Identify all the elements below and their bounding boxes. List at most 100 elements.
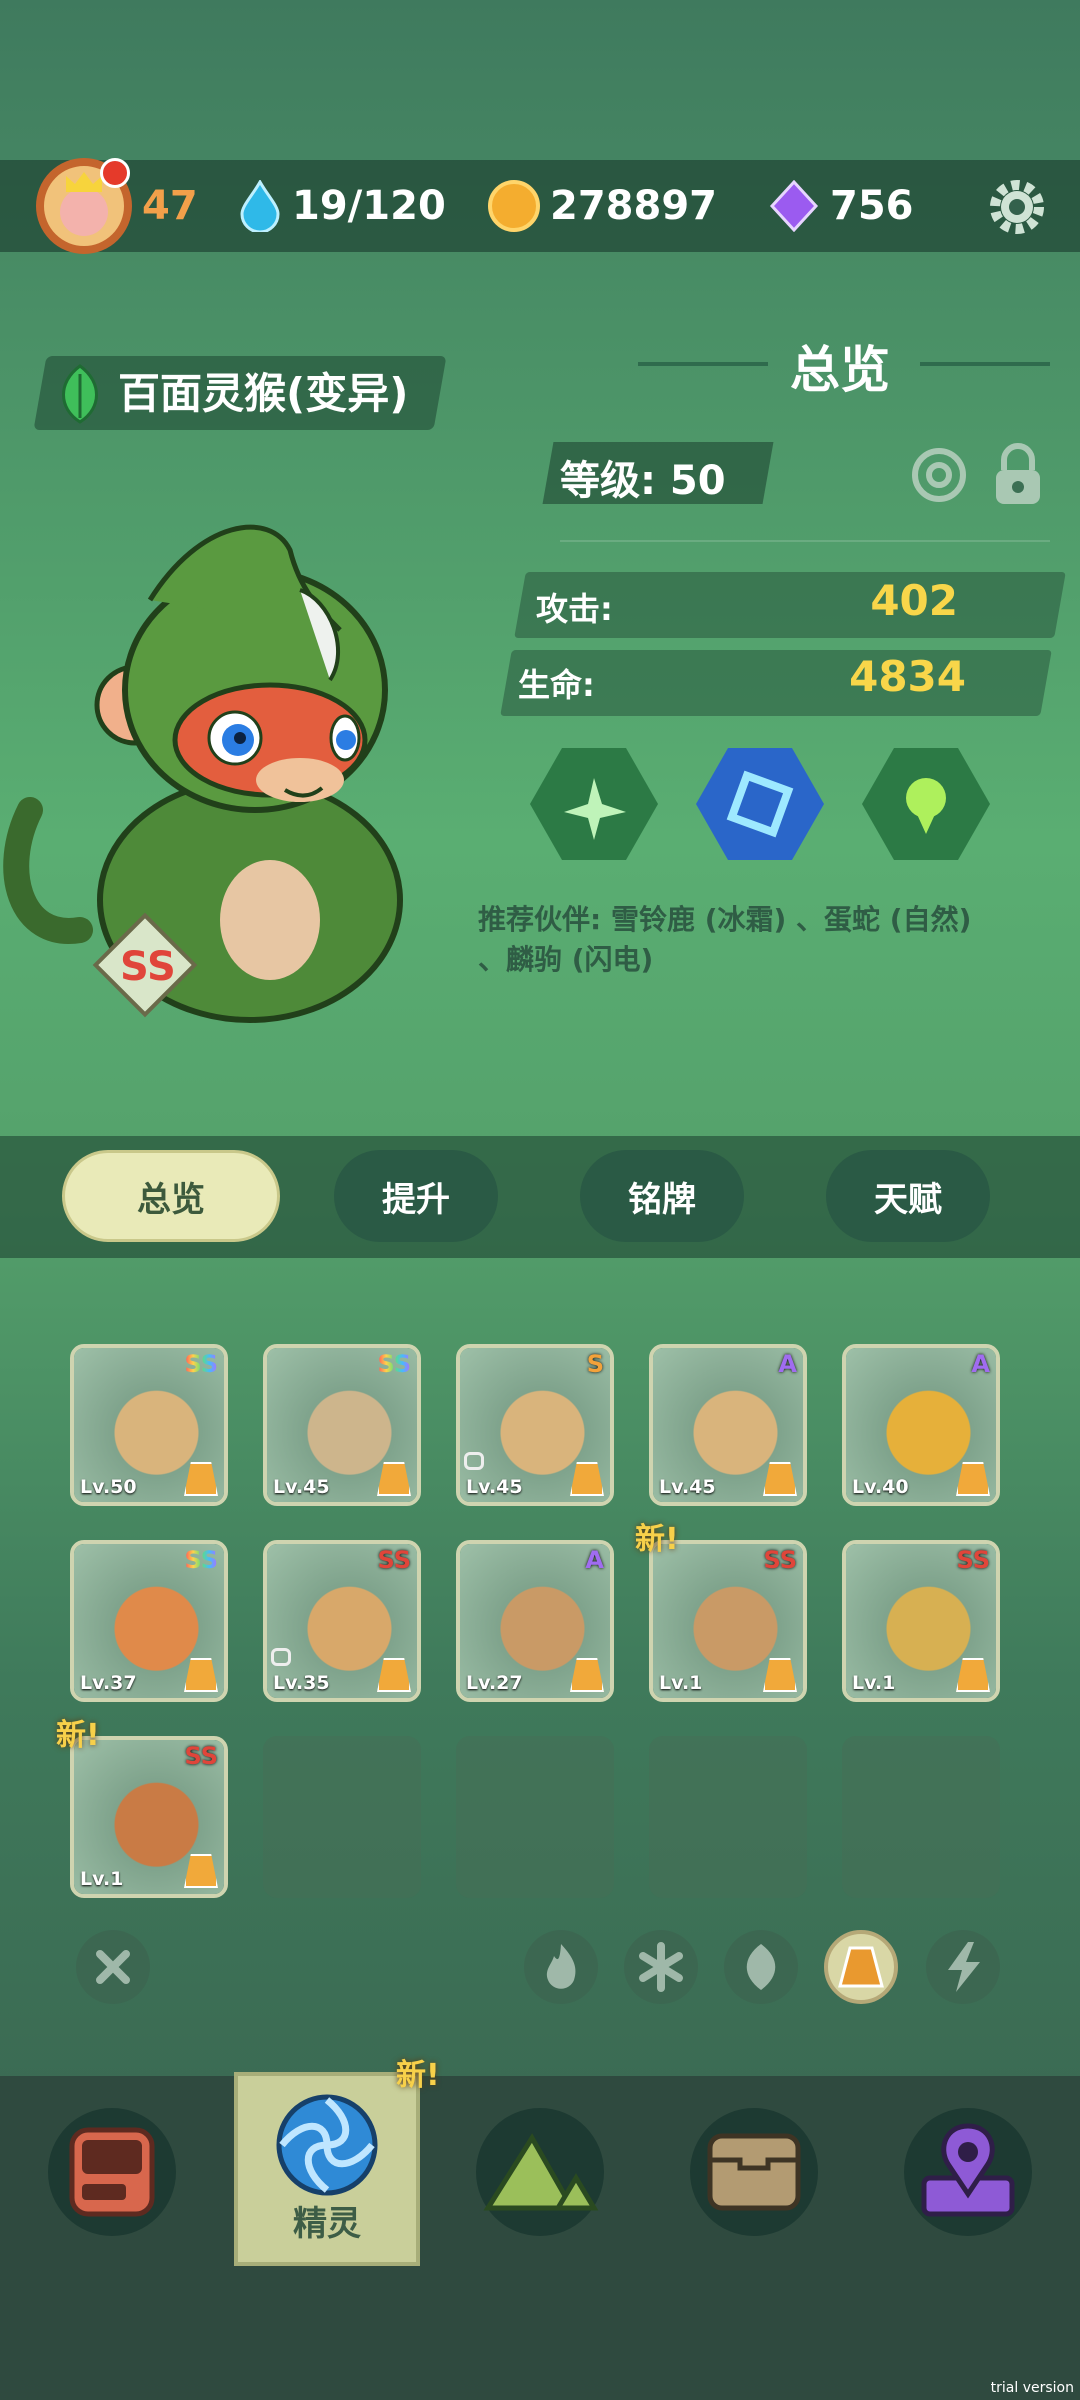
skill-wind-blades[interactable] — [530, 748, 658, 860]
player-level-group[interactable]: 47 — [36, 158, 198, 254]
notification-dot — [100, 158, 130, 188]
tab-upgrade[interactable]: 提升 — [334, 1150, 498, 1242]
lightning-icon — [948, 1942, 980, 1992]
skill-ice-frame[interactable] — [696, 748, 824, 860]
empty-slot — [649, 1736, 807, 1898]
coins-group[interactable]: 278897 — [488, 160, 717, 252]
filter-nature-button[interactable] — [724, 1930, 798, 2004]
lock-icon — [464, 1452, 484, 1470]
nav-mountain[interactable] — [476, 2108, 604, 2236]
pet-level-label: Lv.1 — [852, 1672, 896, 1694]
new-badge: 新! — [56, 1718, 100, 1753]
pet-card[interactable]: SS Lv.50 — [70, 1344, 228, 1506]
nature-orb-icon — [906, 778, 946, 834]
earth-pyramid-icon — [838, 1946, 884, 1988]
map-pin-icon — [921, 2123, 1015, 2217]
hp-label: 生命: — [518, 666, 595, 704]
gems-group[interactable]: 756 — [768, 160, 914, 252]
filter-lightning-button[interactable] — [926, 1930, 1000, 2004]
lock-icon[interactable] — [990, 442, 1046, 508]
rank-badge: A — [778, 1350, 797, 1378]
pet-level-label: Lv.50 — [80, 1476, 137, 1498]
pet-level-label: Lv.45 — [273, 1476, 330, 1498]
pet-level: 等级: 50 — [560, 458, 726, 504]
rank-badge: SS — [184, 1350, 219, 1378]
nature-leaf-icon — [62, 364, 98, 424]
settings-gear-icon[interactable] — [986, 176, 1048, 238]
leaf-icon — [746, 1944, 776, 1990]
coin-icon — [488, 180, 540, 232]
pet-card[interactable]: SS Lv.37 — [70, 1540, 228, 1702]
crown-icon — [66, 172, 102, 192]
rank-badge: SS — [184, 1742, 219, 1770]
skill-nature-orb[interactable] — [862, 748, 990, 860]
filter-earth-button[interactable] — [824, 1930, 898, 2004]
pet-card[interactable]: SS Lv.1 — [70, 1736, 228, 1898]
snowflake-icon — [639, 1942, 683, 1992]
pet-card[interactable]: SS Lv.45 — [263, 1344, 421, 1506]
gem-icon — [769, 180, 819, 232]
nav-device[interactable] — [48, 2108, 176, 2236]
mountain-icon — [483, 2133, 599, 2211]
pet-portrait-monkey[interactable]: SS — [0, 510, 440, 1030]
energy-group[interactable]: 19/120 — [238, 160, 446, 252]
rank-badge: SS — [377, 1546, 412, 1574]
panel-title: 总览 — [790, 341, 890, 399]
tab-overview[interactable]: 总览 — [62, 1150, 280, 1242]
filter-ice-button[interactable] — [624, 1930, 698, 2004]
rank-badge: A — [585, 1546, 604, 1574]
player-avatar[interactable] — [36, 158, 132, 254]
pet-card[interactable]: A Lv.40 — [842, 1344, 1000, 1506]
empty-slot — [456, 1736, 614, 1898]
tab-nameplate[interactable]: 铭牌 — [580, 1150, 744, 1242]
pet-card[interactable]: S Lv.45 — [456, 1344, 614, 1506]
spirit-swirl-icon — [276, 2094, 378, 2196]
rank-badge: S — [586, 1350, 604, 1378]
pet-card[interactable]: A Lv.45 — [649, 1344, 807, 1506]
pet-level-label: Lv.37 — [80, 1672, 137, 1694]
rank-badge: SS — [763, 1546, 798, 1574]
nav-new-badge: 新! — [396, 2058, 440, 2093]
gems-value: 756 — [830, 183, 914, 229]
hp-value: 4834 — [849, 652, 966, 701]
rank-badge: SS — [956, 1546, 991, 1574]
crystal-frame-icon — [726, 770, 794, 838]
lock-icon — [271, 1648, 291, 1666]
title-decor-right — [920, 362, 1050, 366]
nav-map[interactable] — [904, 2108, 1032, 2236]
pet-name: 百面灵猴(变异) — [118, 369, 409, 418]
pet-card[interactable]: SS Lv.35 — [263, 1540, 421, 1702]
energy-value: 19/120 — [292, 183, 446, 229]
device-console-icon — [69, 2127, 155, 2217]
trial-watermark: trial version — [990, 2380, 1074, 2396]
target-icon[interactable] — [910, 446, 968, 504]
title-decor-left — [638, 362, 768, 366]
pet-level-label: Lv.45 — [659, 1476, 716, 1498]
pet-card[interactable]: SS Lv.1 — [842, 1540, 1000, 1702]
pet-level-label: Lv.1 — [659, 1672, 703, 1694]
pet-level-label: Lv.35 — [273, 1672, 330, 1694]
tab-talent[interactable]: 天赋 — [826, 1150, 990, 1242]
pet-level-label: Lv.40 — [852, 1476, 909, 1498]
pet-level-label: Lv.27 — [466, 1672, 523, 1694]
empty-slot — [842, 1736, 1000, 1898]
coins-value: 278897 — [550, 183, 717, 229]
empty-slot — [263, 1736, 421, 1898]
filter-clear-button[interactable] — [76, 1930, 150, 2004]
new-badge: 新! — [635, 1522, 679, 1557]
fire-icon — [546, 1944, 576, 1989]
pet-card[interactable]: A Lv.27 — [456, 1540, 614, 1702]
nav-spirit-label: 精灵 — [293, 2204, 361, 2244]
nav-chest[interactable] — [690, 2108, 818, 2236]
rank-badge: SS — [184, 1546, 219, 1574]
pet-level-label: Lv.45 — [466, 1476, 523, 1498]
pet-rank-badge: SS — [120, 944, 176, 990]
attack-value: 402 — [870, 576, 958, 625]
pet-level-label: Lv.1 — [80, 1868, 124, 1890]
pet-card[interactable]: SS Lv.1 — [649, 1540, 807, 1702]
divider — [560, 540, 1050, 542]
close-icon — [96, 1950, 130, 1984]
avatar-face — [60, 188, 108, 236]
treasure-chest-icon — [707, 2133, 801, 2211]
filter-fire-button[interactable] — [524, 1930, 598, 2004]
